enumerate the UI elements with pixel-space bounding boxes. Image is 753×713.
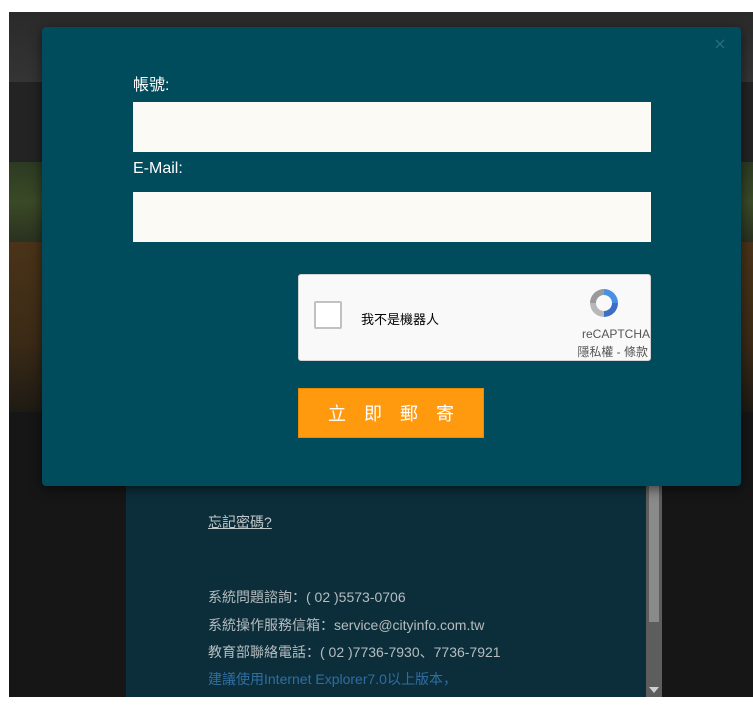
scrollbar-thumb[interactable] [649,482,659,622]
recaptcha-label: 我不是機器人 [361,312,440,327]
recaptcha-widget: 我不是機器人 reCAPTCHA 隱私權 - 條款 [298,274,651,361]
close-icon[interactable]: × [713,36,727,52]
support-phone-text: 系統問題諮詢：( 02 )5573-0706 [208,589,406,605]
ministry-phone-text: 教育部聯絡電話：( 02 )7736-7930、7736-7921 [208,644,501,660]
recaptcha-logo-icon [590,289,618,317]
scroll-down-icon[interactable] [649,687,659,693]
browser-recommendation-text: 建議使用Internet Explorer7.0以上版本， [208,671,457,687]
forgot-password-link[interactable]: 忘記密碼? [208,512,272,532]
email-input[interactable] [133,192,651,242]
support-email-text: 系統操作服務信箱：service@cityinfo.com.tw [208,617,485,633]
send-now-button[interactable]: 立即郵寄 [298,388,484,438]
recaptcha-checkbox[interactable] [314,301,342,329]
account-input[interactable] [133,102,651,152]
recaptcha-brand-text: reCAPTCHA [581,327,650,341]
forgot-password-modal: × 帳號: E-Mail: 我不是機器人 reCAPTCHA 隱私權 - 條款 … [42,27,741,486]
account-label: 帳號: [133,77,170,94]
recaptcha-terms-link[interactable]: 隱私權 - 條款 [577,343,648,360]
page-viewport: 忘記密碼? 系統問題諮詢：( 02 )5573-0706 系統操作服務信箱：se… [9,12,753,697]
email-label: E-Mail: [133,160,183,177]
